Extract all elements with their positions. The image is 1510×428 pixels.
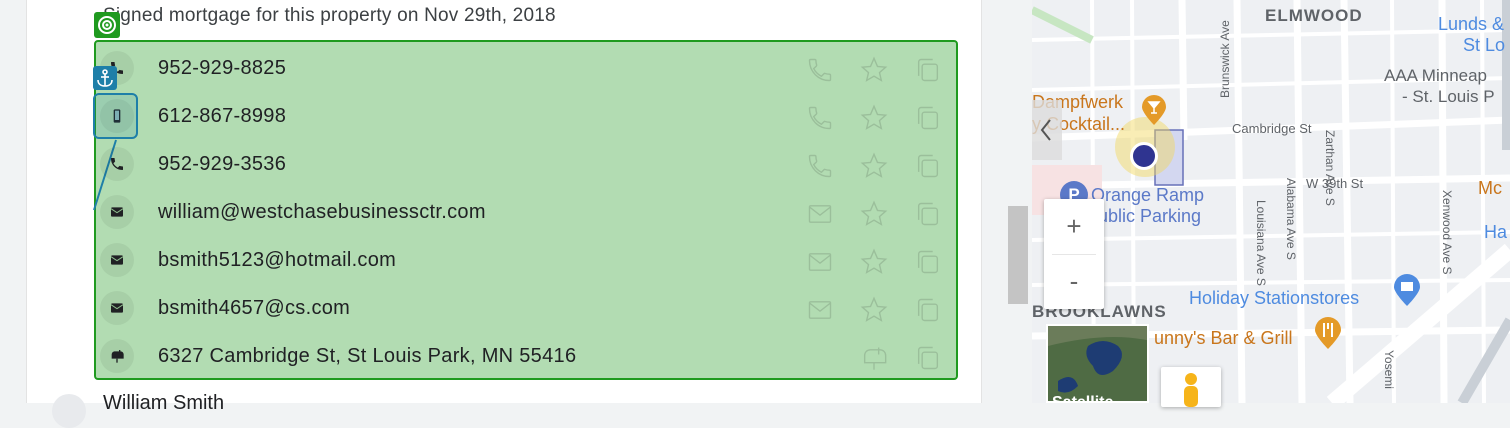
star-icon[interactable] [860,152,888,180]
star-icon[interactable] [860,56,888,84]
copy-icon[interactable] [914,200,942,228]
contact-row-email-2[interactable]: bsmith5123@hotmail.com [96,237,958,285]
current-location-marker [1130,142,1158,170]
email-icon [100,291,134,325]
mailbox-icon [100,339,134,373]
zoom-out-button[interactable]: - [1044,254,1104,309]
contact-row-phone-2[interactable]: 952-929-3536 [96,141,958,189]
map-label-neighborhood: ELMWOOD [1265,6,1363,25]
satellite-label: Satellite [1052,394,1114,403]
contact-row-mobile[interactable]: 612-867-8998 [96,93,958,141]
star-icon[interactable] [860,104,888,132]
map-label-street: Louisiana Ave S [1254,200,1268,286]
map-label-poi: unny's Bar & Grill [1154,328,1293,348]
contact-row-phone-1[interactable]: 952-929-8825 [96,45,958,93]
map-label-poi: Holiday Stationstores [1189,288,1360,308]
map-label-poi: Orange Ramp [1091,185,1205,205]
map-label-poi: Mc [1478,178,1502,198]
email-address[interactable]: bsmith4657@cs.com [158,297,350,320]
copy-icon[interactable] [914,152,942,180]
street-view-pegman-icon[interactable] [1161,367,1221,407]
map-label-poi: ublic Parking [1098,206,1202,226]
scrollbar-thumb[interactable] [1008,206,1028,304]
avatar [52,394,86,428]
map-label-street: Brunswick Ave [1218,20,1232,98]
map-label-street: Cambridge St [1232,121,1312,136]
map-zoom-control: + - [1044,199,1104,309]
map-label-poi: - St. Louis P [1402,87,1495,106]
copy-icon[interactable] [914,104,942,132]
star-icon[interactable] [860,296,888,324]
phone-number[interactable]: 952-929-8825 [158,57,286,80]
target-icon [94,12,120,38]
email-address[interactable]: william@westchasebusinessctr.com [158,201,486,224]
map-label-street: Zarthan Ave S [1323,130,1337,206]
satellite-toggle-button[interactable]: Satellite [1046,324,1149,403]
cocktail-pin-icon[interactable] [1142,95,1166,125]
map-prev-arrow[interactable] [1032,100,1062,160]
call-icon[interactable] [806,152,834,180]
map-label-street: Yosemi [1382,350,1396,389]
selected-element-box [93,93,138,139]
call-icon[interactable] [806,104,834,132]
copy-icon[interactable] [914,56,942,84]
property-note: Signed mortgage for this property on Nov… [103,5,556,26]
map-label-street: W 39th St [1306,176,1364,191]
contact-row-address[interactable]: 6327 Cambridge St, St Louis Park, MN 554… [96,333,958,381]
phone-icon [100,147,134,181]
call-icon[interactable] [806,56,834,84]
map-label-poi: AAA Minneap [1384,66,1488,85]
copy-icon[interactable] [914,344,942,372]
restaurant-pin-icon[interactable] [1315,317,1341,349]
map-label-street: Alabama Ave S [1284,178,1298,260]
map-label-poi: Ha [1484,222,1508,242]
star-icon[interactable] [860,200,888,228]
send-email-icon[interactable] [806,200,834,228]
map-label-poi: Lunds & [1438,14,1505,34]
send-email-icon[interactable] [806,248,834,276]
store-pin-icon[interactable] [1394,274,1420,306]
email-address[interactable]: bsmith5123@hotmail.com [158,249,396,272]
anchor-icon [93,66,117,90]
email-icon [100,195,134,229]
send-email-icon[interactable] [806,296,834,324]
email-icon [100,243,134,277]
zoom-in-button[interactable]: + [1044,199,1104,254]
star-icon[interactable] [860,248,888,276]
next-contact-name[interactable]: William Smith [103,392,224,415]
satellite-thumbnail [1048,326,1147,401]
map-label-street: Xenwood Ave S [1440,190,1454,275]
phone-number[interactable]: 952-929-3536 [158,153,286,176]
mailbox-action-icon[interactable] [860,344,888,372]
contact-row-email-3[interactable]: bsmith4657@cs.com [96,285,958,333]
map-label-poi: St Lo [1463,35,1506,55]
phone-number[interactable]: 612-867-8998 [158,105,286,128]
copy-icon[interactable] [914,248,942,276]
mailing-address[interactable]: 6327 Cambridge St, St Louis Park, MN 554… [158,345,576,368]
copy-icon[interactable] [914,296,942,324]
contact-row-email-1[interactable]: william@westchasebusinessctr.com [96,189,958,237]
